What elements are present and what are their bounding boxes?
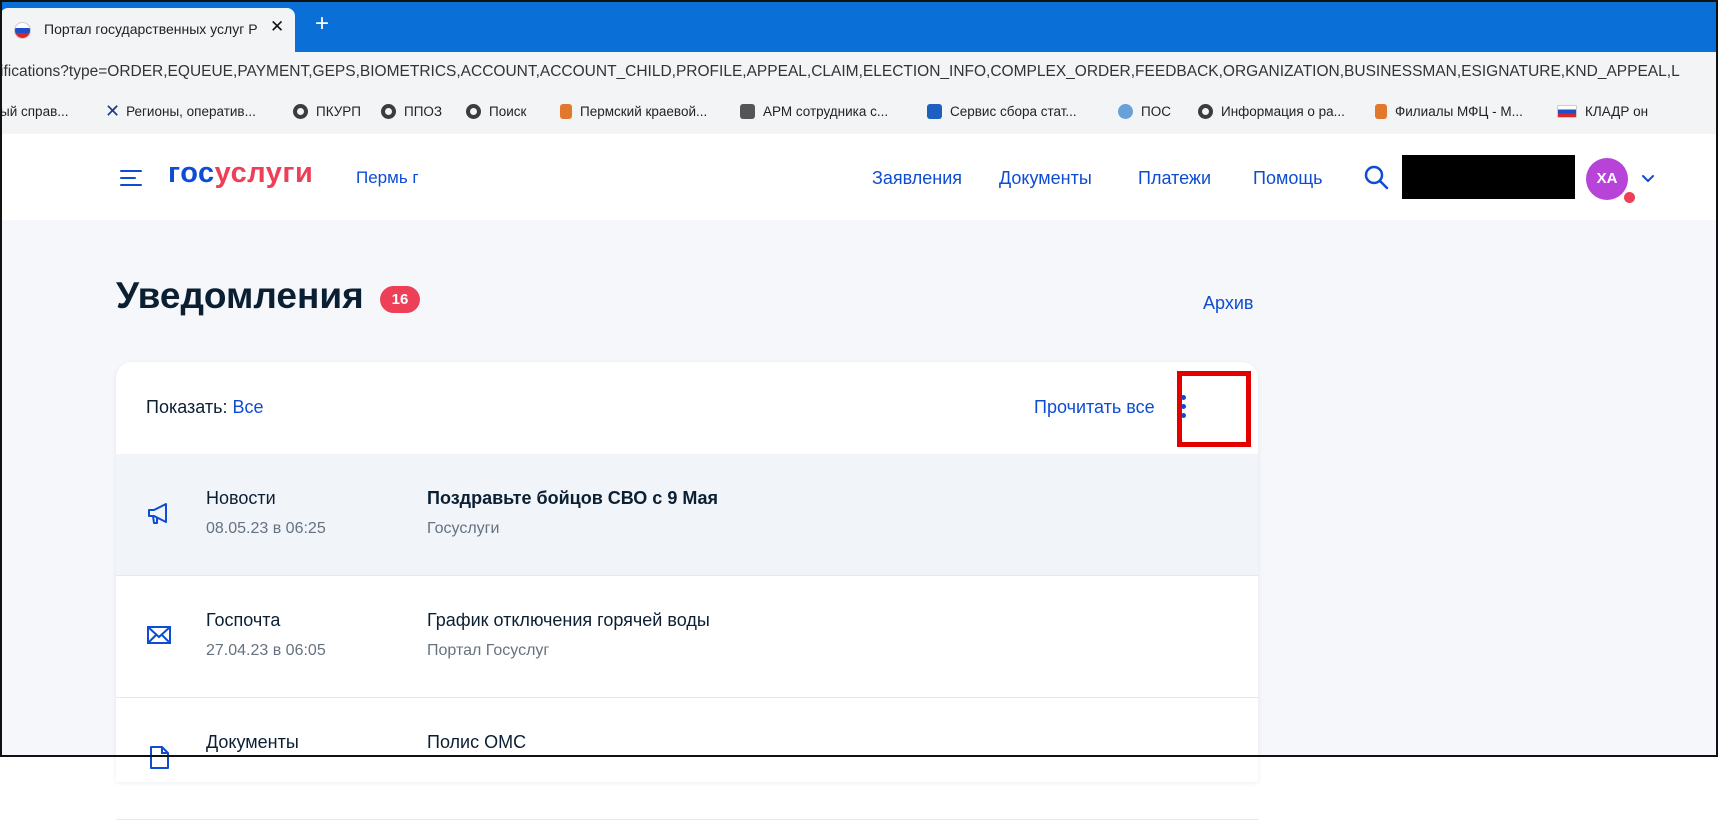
site-header: госуслуги Пермь г Заявления Документы Пл…: [0, 134, 1718, 221]
envelope-icon: [147, 626, 171, 644]
bookmarks-bar: ый справ... ✕ Регионы, оператив... ПКУРП …: [0, 93, 1718, 135]
close-tab-icon[interactable]: ✕: [270, 17, 284, 37]
notification-row[interactable]: Госпочта 27.04.23 в 06:05 График отключе…: [116, 576, 1258, 698]
bookmark-item[interactable]: ПКУРП: [293, 104, 361, 119]
browser-tab[interactable]: Портал государственных услуг Р ✕: [0, 8, 295, 52]
filter-control[interactable]: Показать: Все: [146, 397, 264, 418]
blue-c-icon: [927, 104, 942, 119]
nav-applications[interactable]: Заявления: [872, 168, 962, 189]
notification-date: 27.04.23 в 06:05: [206, 642, 326, 659]
orange-shield-icon: [560, 104, 572, 119]
notification-row[interactable]: Документы Полис ОМС: [116, 698, 1258, 820]
globe-icon: [293, 104, 308, 119]
page-title: Уведомления: [116, 275, 364, 316]
address-bar[interactable]: ifications?type=ORDER,EQUEUE,PAYMENT,GEP…: [0, 52, 1718, 94]
bookmark-item[interactable]: АРМ сотрудника с...: [740, 104, 888, 119]
gosuslugi-logo[interactable]: госуслуги: [168, 157, 313, 190]
notification-category: Госпочта: [206, 610, 281, 630]
new-tab-button[interactable]: +: [315, 12, 329, 36]
nav-documents[interactable]: Документы: [999, 168, 1092, 189]
bookmark-item[interactable]: КЛАДР он: [1557, 104, 1648, 119]
notification-category: Документы: [206, 732, 299, 752]
document-icon: [150, 746, 169, 769]
globe-icon: [1198, 104, 1213, 119]
notification-dot: [1622, 190, 1637, 205]
nav-payments[interactable]: Платежи: [1138, 168, 1211, 189]
filter-value[interactable]: Все: [233, 397, 264, 417]
bookmark-item[interactable]: Поиск: [466, 104, 526, 119]
browser-tab-strip: Портал государственных услуг Р ✕ +: [0, 0, 1718, 52]
redacted-user-name: [1402, 155, 1575, 199]
bookmark-item[interactable]: ППОЗ: [381, 104, 442, 119]
megaphone-icon: [148, 503, 167, 524]
notification-title: Поздравьте бойцов СВО с 9 Мая: [427, 488, 719, 508]
notification-source: Госуслуги: [427, 520, 500, 537]
ru-flag-icon: [1557, 105, 1577, 118]
search-icon[interactable]: [1363, 164, 1389, 190]
url-text[interactable]: ifications?type=ORDER,EQUEUE,PAYMENT,GEP…: [0, 63, 1680, 81]
globe-icon: [381, 104, 396, 119]
notification-source: Портал Госуслуг: [427, 642, 550, 659]
notification-row[interactable]: Новости 08.05.23 в 06:25 Поздравьте бойц…: [116, 454, 1258, 576]
bookmark-item[interactable]: Пермский краевой...: [560, 104, 707, 119]
x-logo-icon: ✕: [105, 101, 121, 121]
pos-icon: [1118, 104, 1133, 119]
bookmark-item[interactable]: ПОС: [1118, 104, 1171, 119]
highlight-frame: [1177, 371, 1251, 447]
archive-link[interactable]: Архив: [1203, 293, 1253, 314]
menu-icon[interactable]: [120, 170, 142, 186]
main-content: Уведомления 16 Архив Показать: Все Прочи…: [0, 220, 1718, 820]
bookmark-item[interactable]: Сервис сбора стат...: [927, 104, 1077, 119]
card-toolbar: Показать: Все Прочитать все: [116, 362, 1258, 455]
bookmark-item[interactable]: ✕ Регионы, оператив...: [105, 101, 256, 121]
notification-title: График отключения горячей воды: [427, 610, 710, 630]
notification-category: Новости: [206, 488, 276, 508]
read-all-button[interactable]: Прочитать все: [1034, 397, 1155, 418]
orange-shield-icon: [1375, 104, 1387, 119]
bookmark-item[interactable]: Информация о ра...: [1198, 104, 1345, 119]
city-selector[interactable]: Пермь г: [356, 168, 419, 188]
notification-title: Полис ОМС: [427, 732, 527, 752]
arm-icon: [740, 104, 755, 119]
russia-flag-icon: [14, 22, 31, 39]
bookmark-item[interactable]: Филиалы МФЦ - М...: [1375, 104, 1523, 119]
notification-date: 08.05.23 в 06:25: [206, 520, 326, 537]
bookmark-item[interactable]: ый справ...: [0, 104, 69, 119]
chevron-down-icon[interactable]: [1640, 171, 1656, 187]
nav-help[interactable]: Помощь: [1253, 168, 1323, 189]
notifications-card: Показать: Все Прочитать все Новости 08.0…: [116, 362, 1258, 820]
globe-icon: [466, 104, 481, 119]
unread-count-badge: 16: [380, 286, 420, 313]
tab-title: Портал государственных услуг Р: [44, 21, 258, 37]
